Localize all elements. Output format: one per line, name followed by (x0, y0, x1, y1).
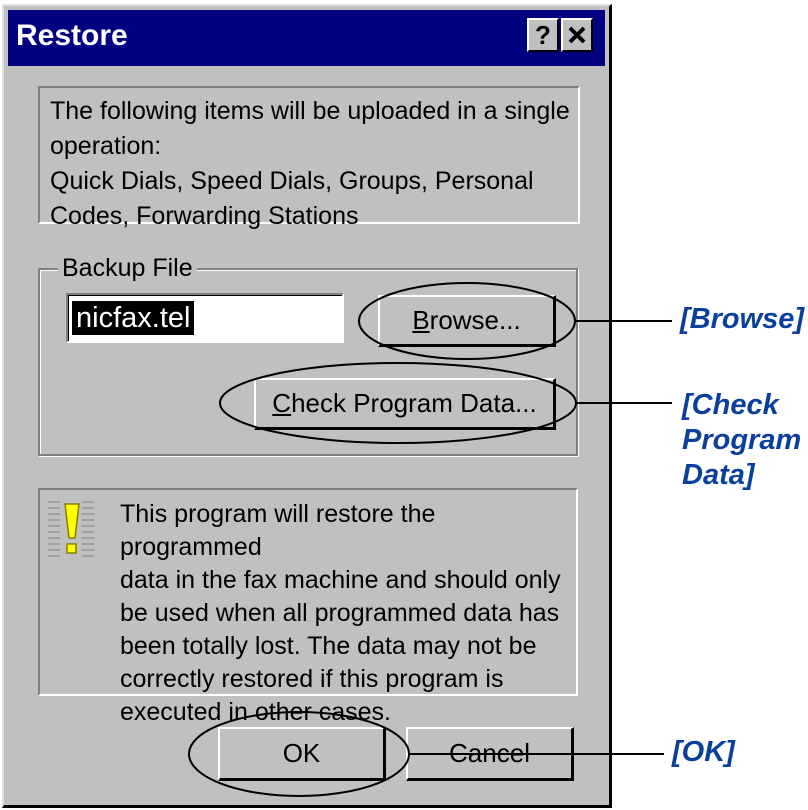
browse-callout-ellipse (358, 282, 576, 360)
check-callout-ellipse (219, 362, 577, 444)
ok-callout-label: [OK] (672, 736, 735, 768)
browse-callout-label: [Browse] (680, 303, 805, 335)
ok-callout-ellipse (188, 711, 410, 797)
check-program-data-callout-label: [Check Program Data] (682, 389, 802, 491)
